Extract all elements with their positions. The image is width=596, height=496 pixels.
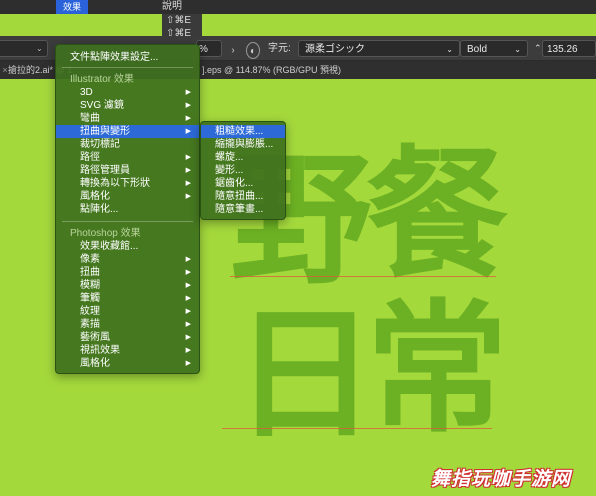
triangle-right-icon: ▶ [185, 180, 191, 187]
chevron-down-icon: ⌄ [514, 45, 521, 54]
menu-bar: 效果 說明 [0, 0, 596, 14]
menu-item-distort-transform[interactable]: 扭曲與變形 ▶ [56, 125, 199, 138]
watermark-text: 舞指玩咖手游网 [431, 468, 572, 490]
section-photoshop-effects: Photoshop 效果 [70, 228, 141, 239]
submenu-item-roughen[interactable]: 粗糙效果... [201, 125, 285, 138]
canvas-text-char: 常 [366, 287, 508, 452]
triangle-right-icon: ▶ [185, 256, 191, 263]
font-label: 字元: [268, 43, 291, 54]
submenu-item-pucker-bloat[interactable]: 縮攏與膨脹... [201, 138, 285, 151]
menu-item-3d[interactable]: 3D ▶ [56, 86, 199, 99]
canvas-text-char: 日 [234, 293, 376, 458]
menu-help[interactable]: 說明 [162, 0, 182, 14]
menu-item-rasterize[interactable]: 點陣化... [56, 203, 199, 216]
menu-separator [62, 67, 193, 68]
text-baseline-guide [222, 428, 492, 429]
triangle-right-icon: ▶ [185, 321, 191, 328]
menu-item-artistic[interactable]: 藝術風 ▶ [56, 331, 199, 344]
globe-icon[interactable]: ◐ [246, 42, 260, 59]
menu-item-stylize[interactable]: 風格化 ▶ [56, 190, 199, 203]
submenu-item-transform[interactable]: 變形... [201, 164, 285, 177]
opacity-value: % [199, 44, 208, 55]
menu-item-pixelate[interactable]: 像素 ▶ [56, 253, 199, 266]
font-size-field[interactable]: 135.26 [542, 40, 596, 57]
menu-item-blur[interactable]: 模糊 ▶ [56, 279, 199, 292]
tab-document-2[interactable]: ].eps @ 114.87% (RGB/GPU 預視) [202, 61, 341, 79]
menu-effect[interactable]: 效果 [56, 0, 88, 14]
triangle-right-icon: ▶ [185, 115, 191, 122]
menu-item-convert-to-shape[interactable]: 轉換為以下形狀 ▶ [56, 177, 199, 190]
text-baseline-guide [230, 276, 496, 277]
triangle-right-icon: ▶ [185, 295, 191, 302]
triangle-right-icon: ▶ [185, 360, 191, 367]
menu-item-pathfinder[interactable]: 路徑管理員 ▶ [56, 164, 199, 177]
triangle-right-icon: ▶ [185, 167, 191, 174]
submenu-item-tweak[interactable]: 隨意筆畫... [201, 203, 285, 216]
chevron-down-icon[interactable]: ⌄ [36, 40, 43, 57]
menu-item-crop-marks[interactable]: 裁切標記 [56, 138, 199, 151]
triangle-right-icon: ▶ [185, 347, 191, 354]
triangle-right-icon: ▶ [185, 269, 191, 276]
triangle-right-icon: ▶ [185, 308, 191, 315]
section-illustrator-effects: Illustrator 效果 [70, 74, 134, 85]
font-size-value: 135.26 [547, 44, 578, 55]
canvas-text-char: 餐 [366, 133, 508, 298]
font-family-value: 源柔ゴシック [305, 44, 365, 55]
triangle-right-icon: ▶ [185, 282, 191, 289]
chevron-right-icon[interactable]: › [226, 42, 240, 59]
menu-item-warp[interactable]: 彎曲 ▶ [56, 112, 199, 125]
font-family-select[interactable]: 源柔ゴシック ⌄ [298, 40, 460, 57]
chevron-down-icon: ⌄ [446, 45, 453, 54]
effect-menu: 文件點陣效果設定... Illustrator 效果 3D ▶ SVG 濾鏡 ▶ 彎… [55, 44, 200, 374]
triangle-right-icon: ▶ [185, 154, 191, 161]
shortcut-1: ⇧⌘E [166, 15, 192, 26]
menu-separator [62, 221, 193, 222]
menu-item-path[interactable]: 路徑 ▶ [56, 151, 199, 164]
submenu-item-free-distort[interactable]: 隨意扭曲... [201, 190, 285, 203]
menu-item-document-raster-settings[interactable]: 文件點陣效果設定... [56, 51, 199, 64]
triangle-right-icon: ▶ [185, 102, 191, 109]
triangle-right-icon: ▶ [185, 128, 191, 135]
menu-item-video[interactable]: 視訊效果 ▶ [56, 344, 199, 357]
triangle-right-icon: ▶ [185, 193, 191, 200]
menu-item-effect-gallery[interactable]: 效果收藏館... [56, 240, 199, 253]
menu-item-stylize-ps[interactable]: 風格化 ▶ [56, 357, 199, 370]
menu-item-brush-strokes[interactable]: 筆觸 ▶ [56, 292, 199, 305]
menu-item-distort[interactable]: 扭曲 ▶ [56, 266, 199, 279]
font-style-value: Bold [467, 44, 488, 55]
menu-item-svg-filters[interactable]: SVG 濾鏡 ▶ [56, 99, 199, 112]
font-style-select[interactable]: Bold ⌄ [460, 40, 528, 57]
menu-item-texture[interactable]: 紋理 ▶ [56, 305, 199, 318]
triangle-right-icon: ▶ [185, 89, 191, 96]
submenu-item-twist[interactable]: 螺旋... [201, 151, 285, 164]
menu-item-sketch[interactable]: 素描 ▶ [56, 318, 199, 331]
submenu-item-zig-zag[interactable]: 鋸齒化... [201, 177, 285, 190]
stepper-icon[interactable]: ⌃ [534, 40, 542, 57]
triangle-right-icon: ▶ [185, 334, 191, 341]
distort-transform-submenu: 粗糙效果... 縮攏與膨脹... 螺旋... 變形... 鋸齒化... 隨意扭曲… [200, 121, 286, 220]
